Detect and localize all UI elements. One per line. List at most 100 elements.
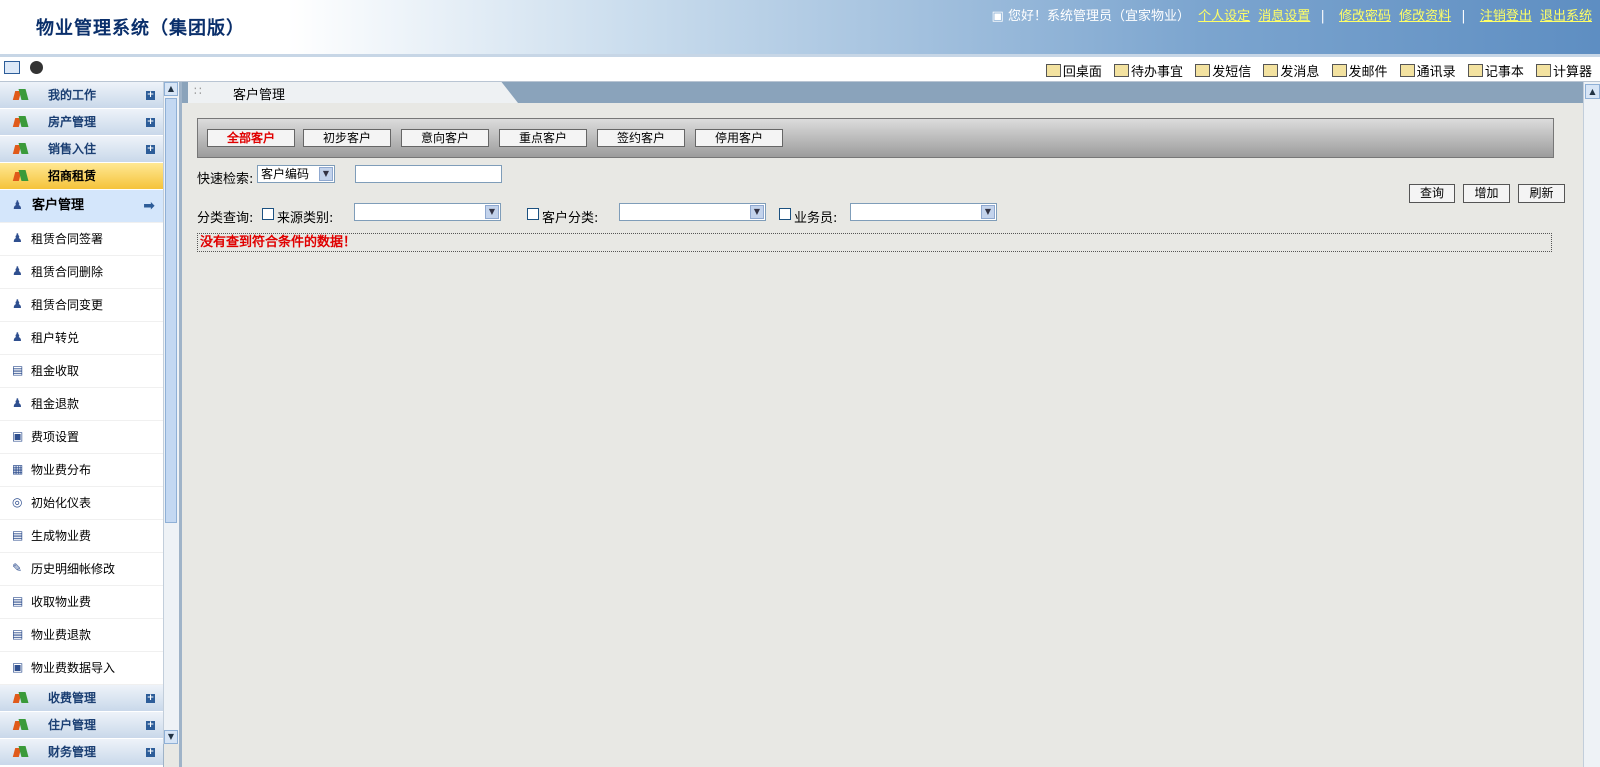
person-icon: ♟ — [12, 297, 23, 311]
sidebar-item[interactable]: ▣ 物业费数据导入 — [0, 652, 163, 685]
scroll-up-icon[interactable]: ▲ — [164, 82, 178, 96]
salesman-checkbox[interactable] — [779, 208, 791, 220]
link-edit-profile[interactable]: 修改资料 — [1399, 9, 1451, 24]
quick-search-label: 快速检索: — [197, 172, 254, 187]
scroll-down-icon[interactable]: ▼ — [164, 730, 178, 744]
group-label: 我的工作 — [48, 88, 97, 102]
group-label: 收费管理 — [48, 691, 97, 705]
help-icon[interactable] — [29, 61, 43, 74]
source-type-checkbox[interactable] — [262, 208, 274, 220]
sidebar-item[interactable]: ▦ 物业费分布 — [0, 454, 163, 487]
tab-customer-management[interactable]: ∷ 客户管理 — [188, 82, 518, 103]
sidebar-item[interactable]: ▣ 费项设置 — [0, 421, 163, 454]
group-icon — [14, 116, 28, 128]
expand-icon[interactable]: + — [146, 118, 155, 127]
toolbar-email[interactable]: 发邮件 — [1331, 61, 1388, 80]
grid-icon: ▦ — [12, 462, 24, 476]
notepad-icon — [1467, 64, 1483, 77]
expand-icon[interactable]: + — [146, 748, 155, 757]
toolbar-sms[interactable]: 发短信 — [1195, 61, 1251, 80]
salesman-select[interactable]: ▼ — [850, 203, 997, 221]
sidebar-item[interactable]: ♟ 租金退款 — [0, 388, 163, 421]
document-icon: ▤ — [12, 528, 24, 542]
link-logout[interactable]: 注销登出 — [1480, 9, 1532, 24]
content-scrollbar[interactable]: ▲ — [1583, 82, 1600, 767]
toolbar-desktop[interactable]: 回桌面 — [1045, 61, 1102, 80]
sidebar-item-label: 客户管理 — [32, 198, 85, 213]
sidebar-item[interactable]: ♟ 租赁合同删除 — [0, 256, 163, 289]
filter-key-customers[interactable]: 重点客户 — [499, 129, 587, 147]
group-label: 招商租赁 — [48, 169, 97, 183]
scroll-up-icon[interactable]: ▲ — [1585, 84, 1600, 99]
group-icon — [14, 719, 28, 731]
filter-initial-customers[interactable]: 初步客户 — [303, 129, 391, 147]
todo-icon — [1114, 64, 1130, 77]
expand-icon[interactable]: + — [146, 91, 155, 100]
sidebar-group-residents[interactable]: 住户管理 + — [0, 712, 163, 739]
query-button[interactable]: 查询 — [1409, 184, 1455, 203]
document-arrow-icon: ▤ — [12, 594, 24, 608]
toolbar-todo[interactable]: 待办事宜 — [1114, 61, 1183, 80]
group-icon — [14, 89, 28, 101]
category-query-label: 分类查询: — [197, 211, 254, 226]
contacts-icon — [1399, 64, 1415, 77]
chevron-down-icon[interactable]: ▼ — [981, 205, 995, 219]
sidebar-item[interactable]: ▤ 收取物业费 — [0, 586, 163, 619]
refresh-button[interactable]: 刷新 — [1518, 184, 1565, 203]
toolbar-message-label: 发消息 — [1280, 65, 1320, 80]
screen-icon[interactable] — [4, 61, 20, 74]
group-label: 房产管理 — [48, 115, 97, 129]
tab-bar: ∷ 客户管理 — [182, 82, 1583, 103]
person-icon: ♟ — [12, 396, 23, 410]
sms-icon — [1195, 64, 1211, 77]
expand-icon[interactable]: + — [146, 145, 155, 154]
separator: | — [1320, 9, 1325, 24]
quick-search-input[interactable] — [355, 165, 502, 183]
expand-icon[interactable]: + — [146, 694, 155, 703]
sidebar-group-my-work[interactable]: 我的工作 + — [0, 82, 163, 109]
user-icon: ▣ — [991, 9, 1004, 24]
sidebar-group-sales[interactable]: 销售入住 + — [0, 136, 163, 163]
sidebar-item[interactable]: ◎ 初始化仪表 — [0, 487, 163, 520]
sidebar-group-finance[interactable]: 财务管理 + — [0, 739, 163, 766]
scroll-thumb[interactable] — [165, 98, 177, 523]
filter-signed-customers[interactable]: 签约客户 — [597, 129, 685, 147]
sidebar-item[interactable]: ▤ 生成物业费 — [0, 520, 163, 553]
sidebar-item[interactable]: ♟ 租赁合同变更 — [0, 289, 163, 322]
quick-search-field-select[interactable]: 客户编码 ▼ — [257, 165, 335, 183]
group-icon — [14, 170, 28, 182]
sidebar-item-customer-management[interactable]: ♟ 客户管理 ➡ — [0, 190, 163, 223]
source-type-select[interactable]: ▼ — [354, 203, 501, 221]
add-button[interactable]: 增加 — [1463, 184, 1510, 203]
chevron-down-icon[interactable]: ▼ — [485, 205, 499, 219]
sidebar-group-leasing[interactable]: 招商租赁 — [0, 163, 163, 190]
sidebar-item[interactable]: ▤ 租金收取 — [0, 355, 163, 388]
sidebar-group-property[interactable]: 房产管理 + — [0, 109, 163, 136]
sidebar-item[interactable]: ♟ 租户转兑 — [0, 322, 163, 355]
toolbar-message[interactable]: 发消息 — [1263, 61, 1319, 80]
sidebar-item[interactable]: ✎ 历史明细帐修改 — [0, 553, 163, 586]
user-bar: ▣ 您好！系统管理员（宜家物业） 个人设定 消息设置 | 修改密码 修改资料 |… — [992, 5, 1592, 24]
toolbar-notepad[interactable]: 记事本 — [1467, 61, 1524, 80]
link-personal-settings[interactable]: 个人设定 — [1198, 9, 1250, 24]
sidebar-item[interactable]: ▤ 物业费退款 — [0, 619, 163, 652]
separator: | — [1461, 9, 1466, 24]
toolbar-contacts[interactable]: 通讯录 — [1399, 61, 1456, 80]
link-change-password[interactable]: 修改密码 — [1339, 9, 1391, 24]
customer-class-checkbox[interactable] — [527, 208, 539, 220]
chevron-down-icon[interactable]: ▼ — [319, 167, 333, 181]
filter-intended-customers[interactable]: 意向客户 — [401, 129, 489, 147]
sidebar-scrollbar[interactable]: ▲ ▼ — [163, 82, 179, 744]
customer-class-select[interactable]: ▼ — [619, 203, 766, 221]
filter-disabled-customers[interactable]: 停用客户 — [695, 129, 783, 147]
document-cancel-icon: ▤ — [12, 627, 24, 641]
toolbar-calculator[interactable]: 计算器 — [1535, 61, 1592, 80]
filter-all-customers[interactable]: 全部客户 — [207, 129, 295, 147]
sidebar-item-label: 初始化仪表 — [31, 496, 92, 510]
link-message-settings[interactable]: 消息设置 — [1258, 9, 1310, 24]
sidebar-item[interactable]: ♟ 租赁合同签署 — [0, 223, 163, 256]
link-exit-system[interactable]: 退出系统 — [1540, 9, 1592, 24]
expand-icon[interactable]: + — [146, 721, 155, 730]
chevron-down-icon[interactable]: ▼ — [750, 205, 764, 219]
sidebar-group-charges[interactable]: 收费管理 + — [0, 685, 163, 712]
